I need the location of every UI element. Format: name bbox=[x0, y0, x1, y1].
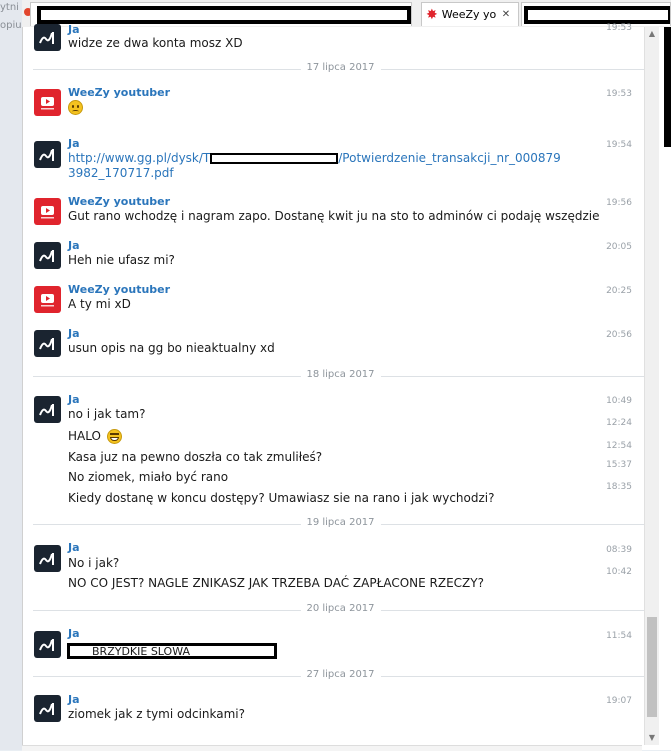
date-separator: 20 lipca 2017 bbox=[33, 603, 648, 617]
avatar-youtube[interactable] bbox=[34, 286, 61, 313]
message-time: 20:25 bbox=[606, 286, 632, 296]
tab-redacted-1[interactable] bbox=[30, 2, 412, 26]
sender-name[interactable]: Ja bbox=[68, 23, 80, 36]
starburst-icon: ✸ bbox=[426, 6, 438, 23]
avatar-ja[interactable] bbox=[34, 24, 61, 51]
sender-name[interactable]: WeeZy youtuber bbox=[68, 283, 170, 296]
link-text-end[interactable]: /Potwierdzenie_transakcji_nr_000879 bbox=[338, 151, 561, 165]
message-time: 15:37 bbox=[606, 460, 632, 470]
date-separator: 27 lipca 2017 bbox=[33, 669, 648, 683]
grin-face-icon bbox=[106, 429, 122, 444]
sender-name[interactable]: Ja bbox=[68, 627, 80, 640]
message-time: 11:54 bbox=[606, 631, 632, 641]
message-text: NO CO JEST? NAGLE ZNIKASZ JAK TRZEBA DAĆ… bbox=[68, 576, 484, 590]
scroll-thumb[interactable] bbox=[647, 617, 657, 717]
message-text: HALO bbox=[68, 429, 122, 444]
tab-bar: ✸ WeeZy yout ✕ bbox=[22, 0, 671, 28]
message-text: Kasa juz na pewno doszła co tak zmuliłeś… bbox=[68, 450, 323, 464]
scroll-up-icon[interactable]: ▲ bbox=[645, 27, 659, 41]
message-text: Heh nie ufasz mi? bbox=[68, 253, 175, 267]
message-time: 18:35 bbox=[606, 482, 632, 492]
avatar-ja[interactable] bbox=[34, 396, 61, 423]
file-link[interactable]: http://www.gg.pl/dysk/T/Potwierdzenie_tr… bbox=[68, 151, 561, 165]
message-time: 19:54 bbox=[606, 140, 632, 150]
avatar-youtube[interactable] bbox=[34, 198, 61, 225]
avatar-youtube[interactable] bbox=[34, 89, 61, 116]
sender-name[interactable]: Ja bbox=[68, 393, 80, 406]
chat-window: Ja widze ze dwa konta mosz XD 19:53 17 l… bbox=[22, 23, 648, 750]
sender-name[interactable]: WeeZy youtuber bbox=[68, 195, 170, 208]
message-text: ziomek jak z tymi odcinkami? bbox=[68, 707, 245, 721]
date-label: 27 lipca 2017 bbox=[300, 669, 381, 680]
date-separator: 19 lipca 2017 bbox=[33, 517, 648, 531]
sender-name[interactable]: Ja bbox=[68, 693, 80, 706]
message-text: Kiedy dostanę w koncu dostępy? Umawiasz … bbox=[68, 491, 495, 505]
date-separator: 18 lipca 2017 bbox=[33, 369, 648, 383]
sad-face-icon bbox=[68, 100, 83, 115]
redaction-box: BRZYDKIE SLOWA bbox=[67, 643, 277, 659]
date-separator: 17 lipca 2017 bbox=[33, 62, 648, 76]
redaction-box bbox=[210, 153, 339, 164]
chat-scrollbar[interactable]: ▲ ▼ bbox=[644, 27, 659, 745]
avatar-ja[interactable] bbox=[34, 631, 61, 658]
message-text: no i jak tam? bbox=[68, 407, 146, 421]
avatar-ja[interactable] bbox=[34, 330, 61, 357]
date-label: 19 lipca 2017 bbox=[300, 517, 381, 528]
tab-close-icon[interactable]: ✕ bbox=[502, 9, 510, 20]
resize-grip[interactable] bbox=[22, 745, 642, 751]
message-time: 08:39 bbox=[606, 545, 632, 555]
message-time: 19:56 bbox=[606, 198, 632, 208]
avatar-ja[interactable] bbox=[34, 545, 61, 572]
sender-name[interactable]: WeeZy youtuber bbox=[68, 86, 170, 99]
message-time: 19:53 bbox=[606, 89, 632, 99]
message-line: HALO bbox=[68, 429, 101, 443]
date-label: 17 lipca 2017 bbox=[300, 62, 381, 73]
link-text-start[interactable]: http://www.gg.pl/dysk/T bbox=[68, 151, 210, 165]
date-label: 18 lipca 2017 bbox=[300, 369, 381, 380]
sender-name[interactable]: Ja bbox=[68, 327, 80, 340]
background-text-2: opiu bbox=[0, 20, 22, 31]
message-text: No ziomek, miało być rano bbox=[68, 470, 229, 484]
message-time: 20:56 bbox=[606, 330, 632, 340]
message-time: 10:49 bbox=[606, 396, 632, 406]
date-label: 20 lipca 2017 bbox=[300, 603, 381, 614]
tab-weezy-label: WeeZy yout bbox=[441, 8, 496, 21]
background-text-1: ytni bbox=[0, 2, 19, 13]
message-time: 19:07 bbox=[606, 696, 632, 706]
message-text: BRZYDKIE SLOWA bbox=[92, 645, 190, 658]
background-window-strip: ytni opiu bbox=[0, 0, 23, 750]
message-time: 12:24 bbox=[606, 418, 632, 428]
message-text bbox=[68, 100, 83, 115]
sender-name[interactable]: Ja bbox=[68, 239, 80, 252]
message-text: usun opis na gg bo nieaktualny xd bbox=[68, 341, 275, 355]
tab-redacted-2[interactable] bbox=[521, 2, 671, 26]
message-time: 20:05 bbox=[606, 242, 632, 252]
sender-name[interactable]: Ja bbox=[68, 137, 80, 150]
message-time: 10:42 bbox=[606, 567, 632, 577]
redaction-bar bbox=[664, 27, 671, 147]
message-text: No i jak? bbox=[68, 556, 120, 570]
message-text: widze ze dwa konta mosz XD bbox=[68, 36, 243, 50]
message-text: Gut rano wchodzę i nagram zapo. Dostanę … bbox=[68, 209, 600, 223]
sender-name[interactable]: Ja bbox=[68, 541, 80, 554]
avatar-ja[interactable] bbox=[34, 695, 61, 722]
message-time: 19:53 bbox=[606, 23, 632, 33]
message-time: 12:54 bbox=[606, 441, 632, 451]
avatar-ja[interactable] bbox=[34, 242, 61, 269]
avatar-ja[interactable] bbox=[34, 141, 61, 168]
message-text: A ty mi xD bbox=[68, 297, 131, 311]
scroll-down-icon[interactable]: ▼ bbox=[645, 731, 659, 745]
tab-weezy[interactable]: ✸ WeeZy yout ✕ bbox=[421, 2, 519, 26]
file-link-line2[interactable]: 3982_170717.pdf bbox=[68, 166, 174, 180]
